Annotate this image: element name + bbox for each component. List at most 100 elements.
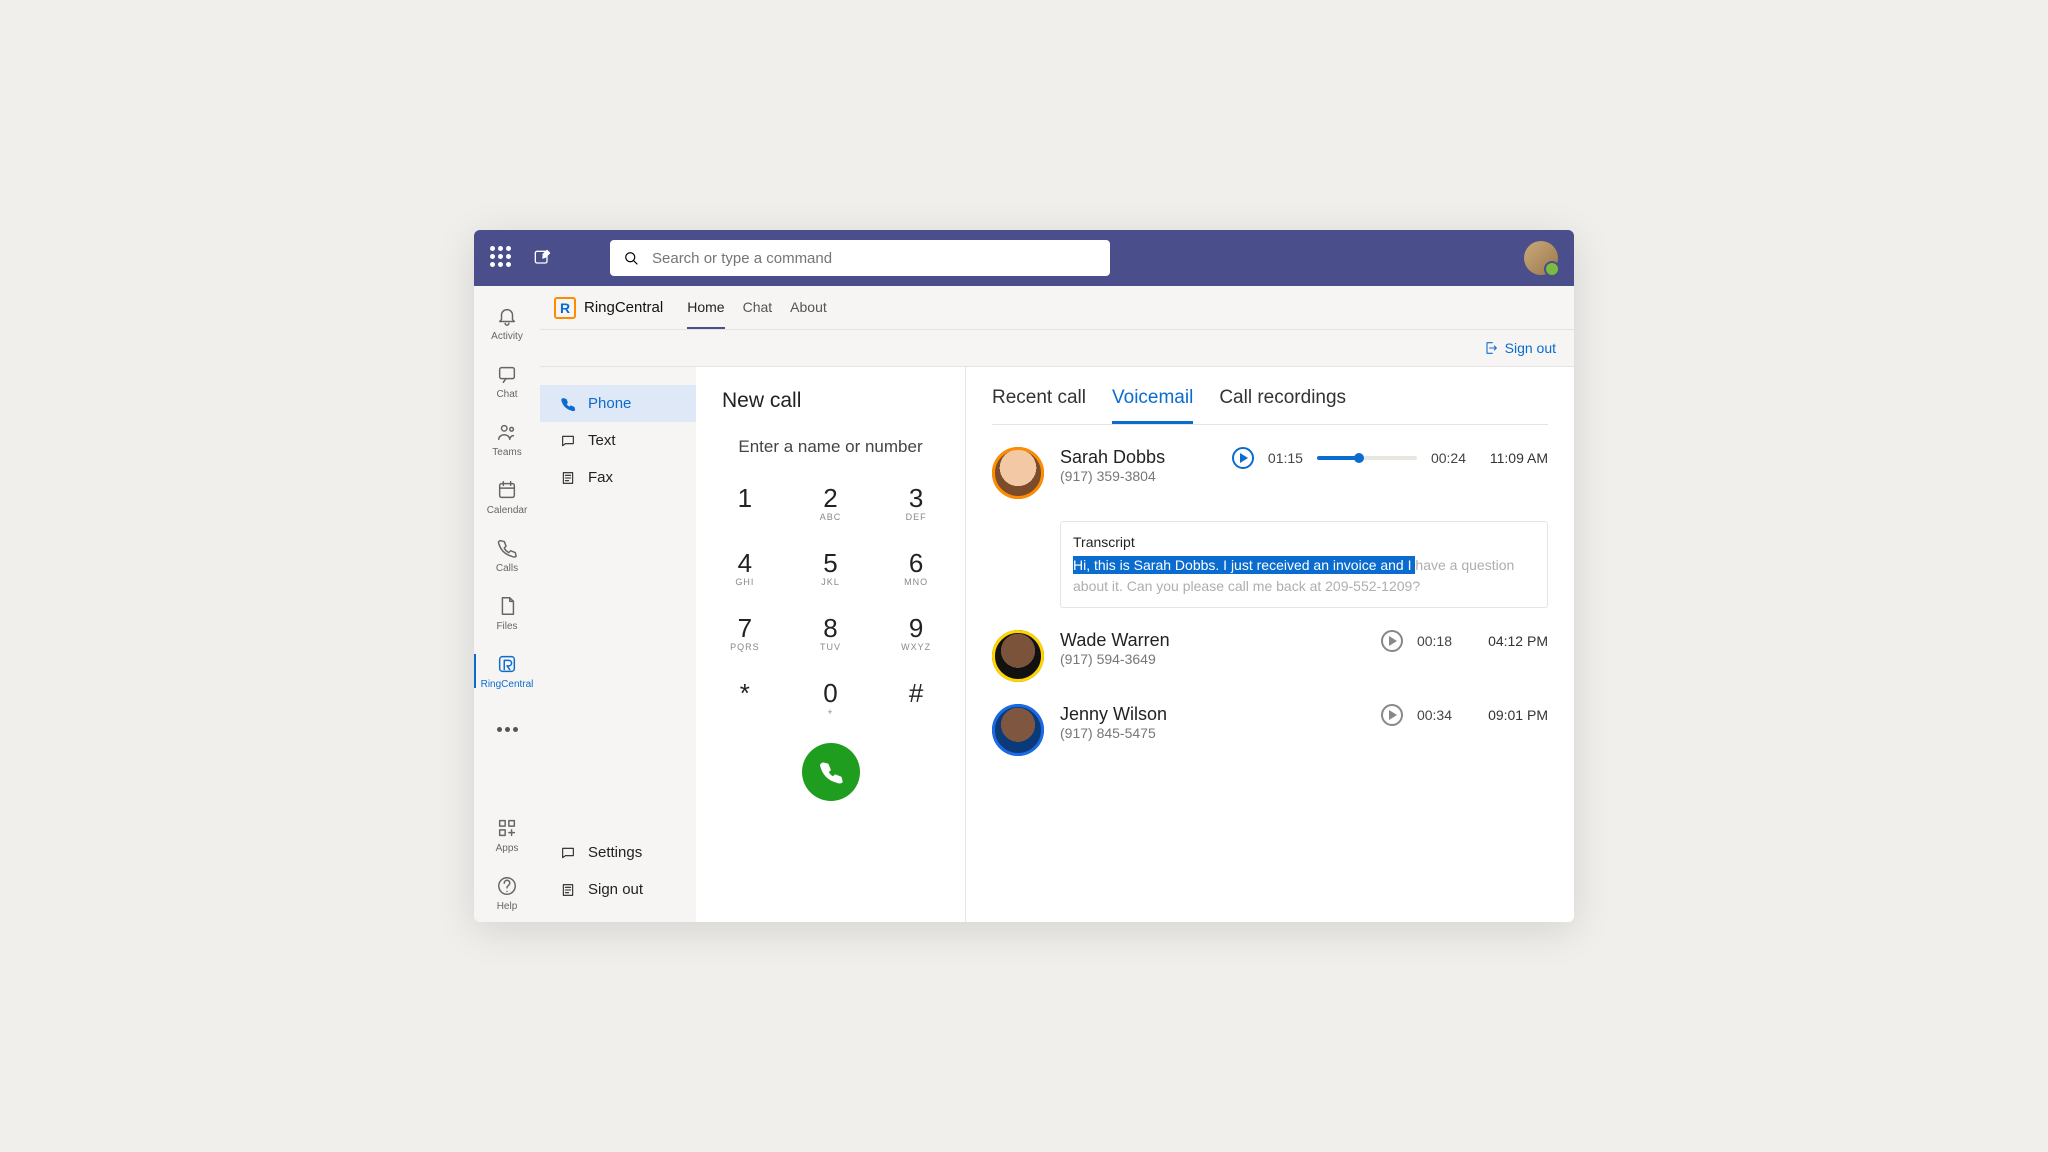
rail-label: Files bbox=[496, 621, 517, 632]
voicemail-item: Sarah Dobbs (917) 359-3804 01:15 00:24 1… bbox=[992, 447, 1548, 608]
play-button[interactable] bbox=[1381, 704, 1403, 726]
app-title: R RingCentral bbox=[554, 297, 663, 319]
calendar-icon bbox=[496, 479, 518, 501]
elapsed-time: 00:18 bbox=[1417, 633, 1452, 649]
call-button[interactable] bbox=[802, 743, 860, 801]
search-input[interactable] bbox=[650, 249, 1098, 268]
main-tabs: Recent call Voicemail Call recordings bbox=[992, 387, 1548, 425]
app-content: R RingCentral Home Chat About Sign out P… bbox=[540, 286, 1574, 922]
dial-key[interactable]: 6MNO bbox=[904, 550, 928, 587]
chat-icon bbox=[496, 363, 518, 385]
rail-ringcentral[interactable]: RingCentral bbox=[474, 642, 540, 700]
progress-slider[interactable] bbox=[1317, 456, 1417, 460]
apps-icon bbox=[496, 817, 518, 839]
dial-key[interactable]: 7PQRS bbox=[730, 615, 760, 652]
nav-text[interactable]: Text bbox=[540, 422, 696, 459]
title-bar bbox=[474, 230, 1574, 286]
rail-more[interactable] bbox=[474, 700, 540, 758]
compose-icon[interactable] bbox=[532, 248, 552, 268]
dial-pad: 1 2ABC 3DEF 4GHI 5JKL 6MNO 7PQRS 8TUV 9WXYZ * 0+… bbox=[722, 485, 939, 717]
voicemail-item: Jenny Wilson (917) 845-5475 00:34 09:01 … bbox=[992, 704, 1548, 756]
nav-label: Fax bbox=[588, 469, 613, 486]
app-launcher-icon[interactable] bbox=[490, 246, 514, 270]
elapsed-time: 01:15 bbox=[1268, 450, 1303, 466]
voicemail-item: Wade Warren (917) 594-3649 00:18 04:12 P… bbox=[992, 630, 1548, 682]
tab-recent[interactable]: Recent call bbox=[992, 387, 1086, 424]
phone-icon bbox=[560, 396, 576, 412]
phone-icon bbox=[496, 537, 518, 559]
transcript-box: Transcript Hi, this is Sarah Dobbs. I ju… bbox=[1060, 521, 1548, 608]
apptab-chat[interactable]: Chat bbox=[743, 287, 773, 329]
apptab-home[interactable]: Home bbox=[687, 287, 724, 329]
dial-key[interactable]: 3DEF bbox=[906, 485, 927, 522]
rail-apps[interactable]: Apps bbox=[474, 806, 540, 864]
total-time: 00:24 bbox=[1431, 450, 1466, 466]
dial-key[interactable]: # bbox=[909, 680, 923, 717]
file-icon bbox=[496, 595, 518, 617]
nav-signout[interactable]: Sign out bbox=[540, 871, 696, 908]
nav-label: Settings bbox=[588, 844, 642, 861]
play-button[interactable] bbox=[1381, 630, 1403, 652]
dial-key[interactable]: 4GHI bbox=[735, 550, 754, 587]
caller-name: Wade Warren bbox=[1060, 630, 1365, 651]
nav-label: Text bbox=[588, 432, 616, 449]
rail-teams[interactable]: Teams bbox=[474, 410, 540, 468]
caller-avatar bbox=[992, 704, 1044, 756]
app-window: Activity Chat Teams Calendar Calls Files bbox=[474, 230, 1574, 922]
ringcentral-icon bbox=[496, 653, 518, 675]
play-button[interactable] bbox=[1232, 447, 1254, 469]
dial-key[interactable]: 9WXYZ bbox=[901, 615, 931, 652]
transcript-played: Hi, this is Sarah Dobbs. I just received… bbox=[1073, 556, 1415, 574]
transcript-heading: Transcript bbox=[1073, 532, 1535, 553]
teams-icon bbox=[496, 421, 518, 443]
dial-title: New call bbox=[722, 389, 939, 413]
rail-label: Teams bbox=[492, 447, 521, 458]
help-icon bbox=[496, 875, 518, 897]
search-bar[interactable] bbox=[610, 240, 1110, 276]
app-header: R RingCentral Home Chat About bbox=[540, 286, 1574, 330]
side-nav: Phone Text Fax Settings bbox=[540, 367, 696, 922]
user-avatar[interactable] bbox=[1524, 241, 1558, 275]
dial-input[interactable]: Enter a name or number bbox=[722, 437, 939, 457]
rail-label: Help bbox=[497, 901, 518, 912]
dial-key[interactable]: 8TUV bbox=[820, 615, 841, 652]
nav-label: Sign out bbox=[588, 881, 643, 898]
rail-chat[interactable]: Chat bbox=[474, 352, 540, 410]
signout-row: Sign out bbox=[540, 330, 1574, 366]
rail-calls[interactable]: Calls bbox=[474, 526, 540, 584]
bell-icon bbox=[496, 305, 518, 327]
nav-settings[interactable]: Settings bbox=[540, 834, 696, 871]
caller-name: Sarah Dobbs bbox=[1060, 447, 1216, 468]
rail-calendar[interactable]: Calendar bbox=[474, 468, 540, 526]
ringcentral-logo-icon: R bbox=[554, 297, 576, 319]
rail-help[interactable]: Help bbox=[474, 864, 540, 922]
dial-key[interactable]: 1 bbox=[738, 485, 752, 522]
search-icon bbox=[622, 249, 640, 267]
received-time: 09:01 PM bbox=[1480, 707, 1548, 723]
dial-key[interactable]: 2ABC bbox=[820, 485, 842, 522]
rail-activity[interactable]: Activity bbox=[474, 294, 540, 352]
chat-icon bbox=[560, 845, 576, 861]
fax-icon bbox=[560, 882, 576, 898]
text-icon bbox=[560, 433, 576, 449]
caller-phone: (917) 845-5475 bbox=[1060, 725, 1365, 741]
apptab-about[interactable]: About bbox=[790, 287, 827, 329]
nav-fax[interactable]: Fax bbox=[540, 459, 696, 496]
signout-icon bbox=[1483, 340, 1499, 356]
nav-phone[interactable]: Phone bbox=[540, 385, 696, 422]
rail-label: Calendar bbox=[487, 505, 528, 516]
tab-recordings[interactable]: Call recordings bbox=[1219, 387, 1346, 424]
dial-key[interactable]: 5JKL bbox=[821, 550, 840, 587]
dial-key[interactable]: 0+ bbox=[823, 680, 837, 717]
elapsed-time: 00:34 bbox=[1417, 707, 1452, 723]
tab-voicemail[interactable]: Voicemail bbox=[1112, 387, 1193, 424]
rail-files[interactable]: Files bbox=[474, 584, 540, 642]
received-time: 11:09 AM bbox=[1480, 450, 1548, 466]
caller-phone: (917) 359-3804 bbox=[1060, 468, 1216, 484]
signout-link[interactable]: Sign out bbox=[1505, 340, 1556, 356]
caller-avatar bbox=[992, 630, 1044, 682]
more-icon bbox=[497, 727, 518, 732]
main-panel: Recent call Voicemail Call recordings Sa… bbox=[966, 367, 1574, 922]
dial-key[interactable]: * bbox=[740, 680, 750, 717]
rail-label: RingCentral bbox=[481, 679, 534, 690]
